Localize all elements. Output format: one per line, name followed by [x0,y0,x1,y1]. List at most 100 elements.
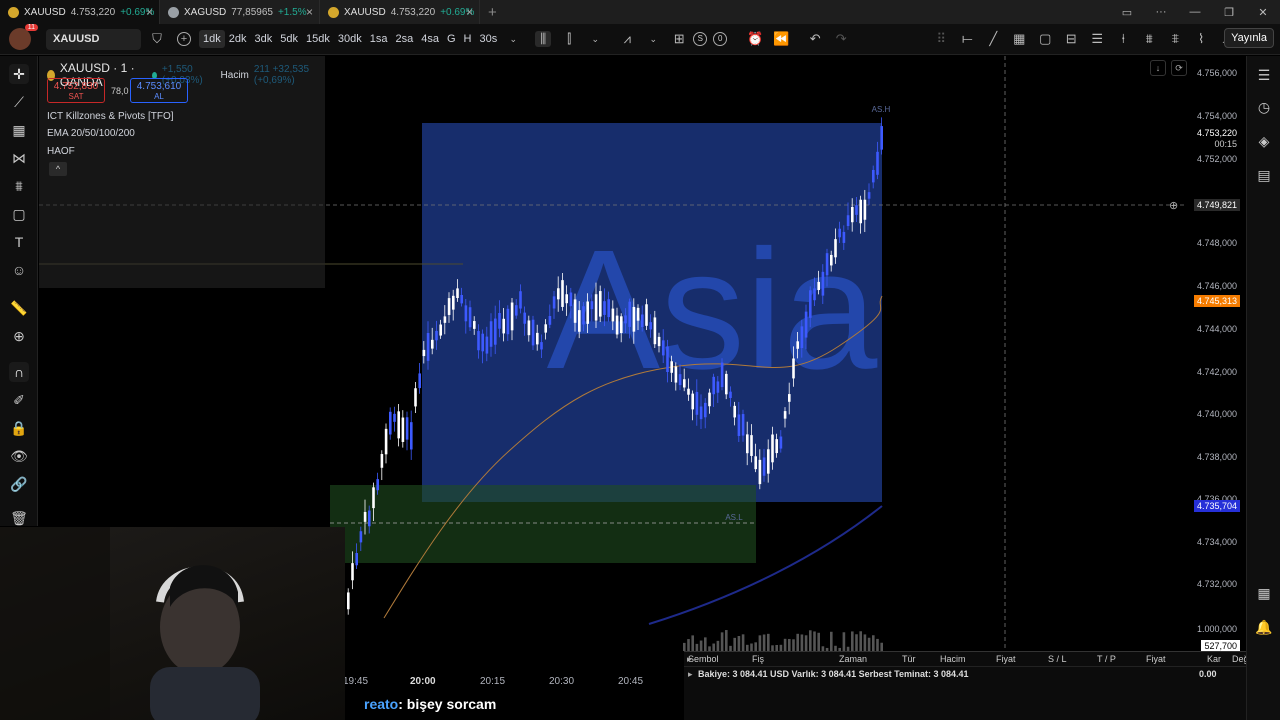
indicator-killzones[interactable]: ICT Killzones & Pivots [TFO] [47,111,174,122]
stay-drawing-icon[interactable]: ✐ [9,390,29,410]
interval-H[interactable]: H [460,30,476,48]
pitchfork-icon[interactable]: ⩨ [1167,31,1183,47]
path-tool-icon[interactable]: ⌇ [1193,31,1209,47]
col-tp[interactable]: T / P [1097,654,1116,664]
interval-4sa[interactable]: 4sa [417,30,443,48]
forecast-icon[interactable]: ⩩ [9,176,29,196]
download-icon[interactable]: ↓ [1150,60,1166,76]
undo-icon[interactable]: ↶ [807,31,823,47]
col-sl[interactable]: S / L [1048,654,1067,664]
more-icon[interactable]: ··· [1144,6,1178,18]
col-volume[interactable]: Hacim [940,654,966,664]
vertical-line-icon[interactable]: ⍿ [1115,31,1131,47]
col-price-current[interactable]: Fiyat [1146,654,1166,664]
maximize-button[interactable]: ❐ [1212,6,1246,19]
alerts-clock-icon[interactable]: ◷ [1255,98,1273,116]
indicator-haof[interactable]: HAOF [47,146,75,157]
tab-xauusd-1[interactable]: XAUUSD 4.753,220 +0.69% × [0,0,160,24]
watchlist-icon[interactable]: ☰ [1255,66,1273,84]
eye-icon[interactable]: 👁 [9,446,29,466]
interval-2dk[interactable]: 2dk [225,30,251,48]
time-axis[interactable]: 19:45 20:00 20:15 20:30 20:45 [343,673,683,689]
chat-icon[interactable]: ▭ [1110,6,1144,19]
calendar-icon[interactable]: ▦ [1255,584,1273,602]
tab-xagusd[interactable]: XAGUSD 77,85965 +1.5% × [160,0,320,24]
candle-body [821,271,825,296]
replay-icon[interactable]: ⏪ [773,31,789,47]
alert-icon[interactable]: ⏰ [747,31,763,47]
bar-style-icon[interactable]: ⫿ [561,31,577,47]
publish-button[interactable]: Yayınla [1224,28,1274,48]
chevron-down-icon[interactable]: ⌄ [505,31,521,47]
lines-tool-icon[interactable]: ☰ [1089,31,1105,47]
seconds-badge[interactable]: S [693,32,708,46]
refresh-icon[interactable]: ⟳ [1171,60,1187,76]
layout-grid-icon[interactable]: ⊞ [671,31,687,47]
notifications-icon[interactable]: 🔔 [1255,618,1273,636]
channel-tool-icon[interactable]: ⩩ [1141,31,1157,47]
zero-badge[interactable]: 0 [713,32,728,46]
shield-icon[interactable]: ⛉ [149,31,165,47]
interval-3dk[interactable]: 3dk [251,30,277,48]
interval-30dk[interactable]: 30dk [334,30,366,48]
chevron-down-icon[interactable]: ⌄ [587,31,603,47]
fib-tool-icon[interactable]: ⊟ [1063,31,1079,47]
pattern-icon[interactable]: ⋈ [9,148,29,168]
col-time[interactable]: Zaman [839,654,867,664]
interval-1sa[interactable]: 1sa [366,30,392,48]
indicators-icon[interactable]: ⩘ [619,31,635,47]
ruler-icon[interactable]: 📏 [9,298,29,318]
trash-icon[interactable]: 🗑 [9,508,29,528]
add-symbol-icon[interactable]: + [177,32,191,46]
link-icon[interactable]: 🔗 [9,474,29,494]
col-ticket[interactable]: Fiş [752,654,764,664]
close-tab-icon[interactable]: × [306,5,313,19]
trend-line-icon[interactable]: ╱ [985,31,1001,47]
sell-button[interactable]: 4.752,830 SAT [47,78,105,103]
interval-G[interactable]: G [443,30,460,48]
drag-handle-icon[interactable]: ⠿ [933,31,949,47]
interval-1dk[interactable]: 1dk [199,30,225,48]
minimize-button[interactable]: — [1178,6,1212,18]
interval-5dk[interactable]: 5dk [276,30,302,48]
col-profit[interactable]: Kar [1207,654,1221,664]
shape-icon[interactable]: ▢ [9,204,29,224]
interval-30s[interactable]: 30s [475,30,501,48]
redo-icon[interactable]: ↷ [833,31,849,47]
trend-line-tool-icon[interactable]: ⟋ [9,92,29,112]
zoom-icon[interactable]: ⊕ [9,326,29,346]
avatar[interactable]: 11 [9,24,38,50]
add-alert-icon[interactable]: ⊕ [1169,199,1178,212]
price-tick: 4.738,000 [1196,452,1237,462]
candles-icon[interactable]: ⫼ [535,31,552,47]
candle-body [632,306,636,332]
horizontal-line-icon[interactable]: ⟝ [959,31,975,47]
lock-icon[interactable]: 🔒 [9,418,29,438]
buy-button[interactable]: 4.753,610 AL [130,78,188,103]
col-type[interactable]: Tür [902,654,916,664]
tab-xauusd-2[interactable]: XAUUSD 4.753,220 +0.69% × [320,0,480,24]
price-tick: 4.742,000 [1196,367,1237,377]
emoji-icon[interactable]: ☺ [9,260,29,280]
crosshair-icon[interactable]: ✛ [9,64,29,84]
magnet-icon[interactable]: ∩ [9,362,29,382]
interval-2sa[interactable]: 2sa [391,30,417,48]
text-tool-icon[interactable]: T [9,232,29,252]
chat-icon[interactable]: ▤ [1255,166,1273,184]
symbol-search-box[interactable]: XAUUSD [46,28,141,50]
grid-tool-icon[interactable]: ▦ [1011,31,1027,47]
chevron-down-icon[interactable]: ⌄ [645,31,661,47]
rectangle-tool-icon[interactable]: ▢ [1037,31,1053,47]
col-symbol[interactable]: Sembol [688,654,719,664]
close-window-button[interactable]: ✕ [1246,6,1280,19]
grid-icon[interactable]: ▦ [9,120,29,140]
new-tab-button[interactable]: + [488,4,497,21]
indicator-ema[interactable]: EMA 20/50/100/200 [47,128,135,139]
price-scale[interactable]: 4.756,000 4.754,000 4.753,220 00:15 4.75… [1169,56,1245,651]
interval-15dk[interactable]: 15dk [302,30,334,48]
layers-icon[interactable]: ◈ [1255,132,1273,150]
col-price[interactable]: Fiyat [996,654,1016,664]
close-tab-icon[interactable]: × [146,5,153,19]
collapse-legend-button[interactable]: ^ [49,162,67,176]
close-tab-icon[interactable]: × [466,5,473,19]
